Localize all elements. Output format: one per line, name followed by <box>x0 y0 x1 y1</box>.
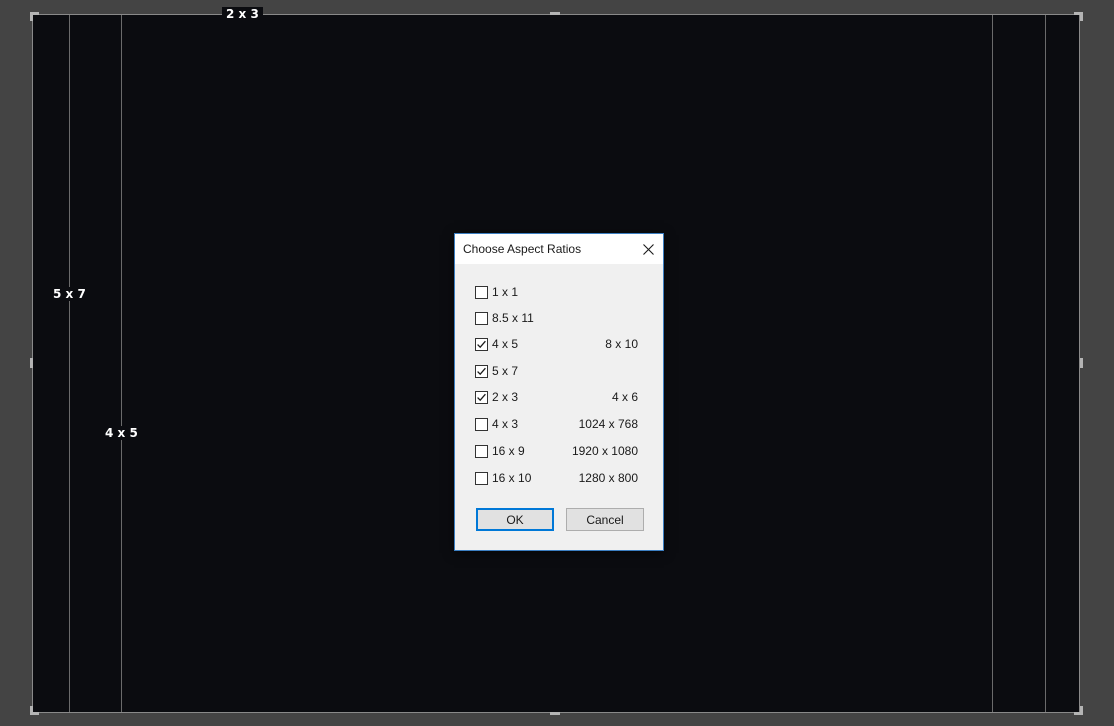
option-label[interactable]: 8.5 x 11 <box>492 311 534 325</box>
option-label[interactable]: 16 x 9 <box>492 444 525 458</box>
option-checkbox[interactable] <box>475 285 488 299</box>
option-row: 4 x 5 8 x 10 <box>475 336 638 352</box>
guide-line-4x5-right <box>992 15 993 712</box>
option-row: 8.5 x 11 <box>475 310 638 326</box>
option-size: 1920 x 1080 <box>571 444 638 458</box>
crop-handle-top-left-v[interactable] <box>30 12 33 21</box>
option-row: 16 x 10 1280 x 800 <box>475 470 638 486</box>
option-label[interactable]: 2 x 3 <box>492 390 518 404</box>
dialog-title: Choose Aspect Ratios <box>463 242 582 256</box>
crop-handle-bottom-right-v[interactable] <box>1080 706 1083 715</box>
option-row: 5 x 7 <box>475 363 638 379</box>
option-size: 1024 x 768 <box>578 417 638 431</box>
guide-label-inner: 4 x 5 <box>101 426 142 440</box>
close-icon <box>642 243 654 255</box>
close-button[interactable] <box>633 234 663 264</box>
option-label[interactable]: 4 x 5 <box>492 337 518 351</box>
ok-button[interactable]: OK <box>476 508 554 531</box>
check-icon <box>477 367 486 375</box>
aspect-ratio-dialog: Choose Aspect Ratios 1 x 1 8.5 x 11 4 x … <box>454 233 664 551</box>
crop-handle-bottom-left-v[interactable] <box>30 706 33 715</box>
option-size: 1280 x 800 <box>578 471 638 485</box>
crop-handle-left[interactable] <box>30 358 33 368</box>
guide-label-outer: 5 x 7 <box>49 287 90 301</box>
option-checkbox[interactable] <box>475 364 488 378</box>
check-icon <box>477 393 486 401</box>
option-row: 2 x 3 4 x 6 <box>475 389 638 405</box>
guide-line-5x7-right <box>1045 15 1046 712</box>
cancel-button[interactable]: Cancel <box>566 508 644 531</box>
option-label[interactable]: 4 x 3 <box>492 417 518 431</box>
guide-line-4x5-left <box>121 15 122 712</box>
option-label[interactable]: 5 x 7 <box>492 364 518 378</box>
option-checkbox[interactable] <box>475 417 488 431</box>
crop-handle-top-right-v[interactable] <box>1080 12 1083 21</box>
option-row: 16 x 9 1920 x 1080 <box>475 443 638 459</box>
option-size: 8 x 10 <box>605 337 638 351</box>
option-checkbox[interactable] <box>475 471 488 485</box>
option-checkbox[interactable] <box>475 390 488 404</box>
option-checkbox[interactable] <box>475 337 488 351</box>
dialog-titlebar: Choose Aspect Ratios <box>455 234 663 264</box>
crop-handle-top[interactable] <box>550 12 560 15</box>
option-row: 4 x 3 1024 x 768 <box>475 416 638 432</box>
crop-handle-right[interactable] <box>1080 358 1083 368</box>
option-checkbox[interactable] <box>475 311 488 325</box>
option-size: 4 x 6 <box>611 390 638 404</box>
guide-line-5x7-left <box>69 15 70 712</box>
option-label[interactable]: 16 x 10 <box>492 471 531 485</box>
crop-handle-bottom[interactable] <box>550 712 560 715</box>
guide-label-top: 2 x 3 <box>222 7 263 21</box>
option-row: 1 x 1 <box>475 284 638 300</box>
option-checkbox[interactable] <box>475 444 488 458</box>
option-label[interactable]: 1 x 1 <box>492 285 518 299</box>
check-icon <box>477 340 486 348</box>
